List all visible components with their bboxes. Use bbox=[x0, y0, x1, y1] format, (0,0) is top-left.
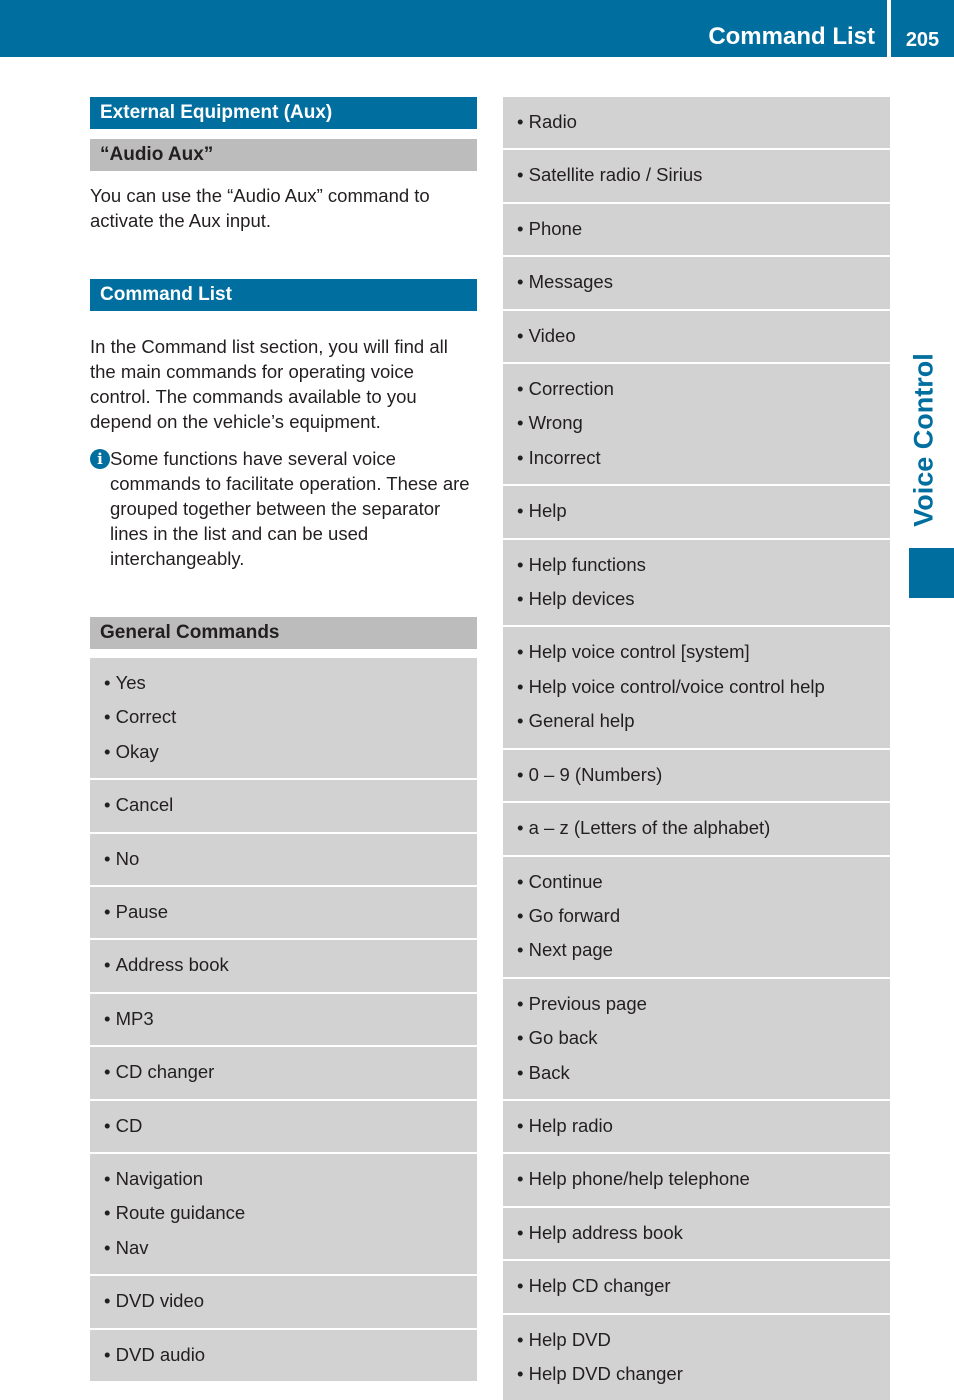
command-item: 0 – 9 (Numbers) bbox=[517, 758, 890, 792]
command-item: Yes bbox=[104, 666, 477, 700]
command-item: Phone bbox=[517, 212, 890, 246]
command-item: Route guidance bbox=[104, 1196, 477, 1230]
command-group: CorrectionWrongIncorrect bbox=[503, 364, 890, 487]
command-group: Radio bbox=[503, 97, 890, 151]
command-item: Help address book bbox=[517, 1216, 890, 1250]
command-item: Cancel bbox=[104, 788, 477, 822]
left-column: External Equipment (Aux) “Audio Aux” You… bbox=[90, 97, 477, 1382]
command-group: ContinueGo forwardNext page bbox=[503, 856, 890, 979]
command-group: Help DVDHelp DVD changer bbox=[503, 1314, 890, 1400]
info-note-text: Some functions have several voice comman… bbox=[110, 448, 470, 569]
audio-aux-heading: “Audio Aux” bbox=[90, 139, 477, 171]
page-number-box: 205 bbox=[891, 0, 954, 57]
command-item: Address book bbox=[104, 948, 477, 982]
page-number: 205 bbox=[905, 29, 940, 51]
command-item: Pause bbox=[104, 895, 477, 929]
command-item: Next page bbox=[517, 933, 890, 967]
header-bar: Command List bbox=[0, 0, 887, 57]
command-item: Correction bbox=[517, 372, 890, 406]
info-note: i Some functions have several voice comm… bbox=[90, 446, 477, 571]
command-item: Help voice control [system] bbox=[517, 635, 890, 669]
command-item: Okay bbox=[104, 735, 477, 769]
command-item: Correct bbox=[104, 700, 477, 734]
command-item: Continue bbox=[517, 865, 890, 899]
command-item: CD changer bbox=[104, 1055, 477, 1089]
right-column: Radio Satellite radio / Sirius Phone Messag… bbox=[503, 97, 890, 1400]
command-item: Help DVD bbox=[517, 1323, 890, 1357]
command-item: Help bbox=[517, 494, 890, 528]
command-group: Video bbox=[503, 310, 890, 365]
command-item: Help devices bbox=[517, 582, 890, 616]
command-group: Phone bbox=[503, 203, 890, 258]
command-group: No bbox=[90, 833, 477, 888]
command-group: a – z (Letters of the alphabet) bbox=[503, 803, 890, 857]
command-item: Help voice control/voice control help bbox=[517, 670, 890, 704]
command-item: Satellite radio / Sirius bbox=[517, 158, 890, 192]
command-group: Previous pageGo backBack bbox=[503, 978, 890, 1101]
command-item: Help DVD changer bbox=[517, 1357, 890, 1391]
commands-list-continued: Radio Satellite radio / Sirius Phone Messag… bbox=[503, 97, 890, 1400]
command-item: Video bbox=[517, 319, 890, 353]
command-item: Go back bbox=[517, 1021, 890, 1055]
command-group: Help bbox=[503, 486, 890, 540]
command-group: YesCorrectOkay bbox=[90, 658, 477, 781]
command-item: Messages bbox=[517, 265, 890, 299]
command-item: Incorrect bbox=[517, 441, 890, 475]
command-item: Previous page bbox=[517, 987, 890, 1021]
command-item: Nav bbox=[104, 1231, 477, 1265]
command-group: Pause bbox=[90, 887, 477, 941]
command-group: Help CD changer bbox=[503, 1261, 890, 1315]
general-commands-heading: General Commands bbox=[90, 617, 477, 649]
command-item: Wrong bbox=[517, 406, 890, 440]
command-item: Help CD changer bbox=[517, 1269, 890, 1303]
command-group: NavigationRoute guidanceNav bbox=[90, 1154, 477, 1277]
command-list-text: In the Command list section, you will fi… bbox=[90, 336, 448, 432]
command-group: Address book bbox=[90, 940, 477, 994]
command-item: Navigation bbox=[104, 1162, 477, 1196]
command-group: Help voice control [system]Help voice co… bbox=[503, 627, 890, 750]
general-commands-list: YesCorrectOkay Cancel No Pause Address book M… bbox=[90, 658, 477, 1382]
command-item: CD bbox=[104, 1109, 477, 1143]
command-item: Help radio bbox=[517, 1109, 890, 1143]
command-group: Cancel bbox=[90, 780, 477, 834]
command-item: General help bbox=[517, 704, 890, 738]
command-group: Help radio bbox=[503, 1100, 890, 1155]
audio-aux-text: You can use the “Audio Aux” command to a… bbox=[90, 185, 430, 231]
command-item: No bbox=[104, 842, 477, 876]
command-group: Messages bbox=[503, 257, 890, 311]
info-icon: i bbox=[90, 449, 110, 469]
command-group: MP3 bbox=[90, 993, 477, 1048]
command-group: Help functionsHelp devices bbox=[503, 539, 890, 628]
command-group: 0 – 9 (Numbers) bbox=[503, 749, 890, 804]
command-item: Radio bbox=[517, 105, 890, 139]
command-group: Help phone/help telephone bbox=[503, 1154, 890, 1208]
command-item: Back bbox=[517, 1056, 890, 1090]
command-item: Go forward bbox=[517, 899, 890, 933]
command-item: Help functions bbox=[517, 548, 890, 582]
command-group: DVD audio bbox=[90, 1329, 477, 1382]
command-list-heading: Command List bbox=[90, 279, 477, 311]
header-title: Command List bbox=[708, 23, 875, 50]
command-item: MP3 bbox=[104, 1002, 477, 1036]
command-group: CD changer bbox=[90, 1047, 477, 1101]
command-group: DVD video bbox=[90, 1276, 477, 1330]
command-item: DVD video bbox=[104, 1284, 477, 1318]
command-item: DVD audio bbox=[104, 1338, 477, 1372]
command-group: Help address book bbox=[503, 1207, 890, 1262]
aux-heading: External Equipment (Aux) bbox=[90, 97, 477, 129]
command-group: CD bbox=[90, 1100, 477, 1155]
section-side-label: Voice Control bbox=[906, 340, 942, 540]
section-thumb-tab bbox=[909, 548, 954, 598]
command-item: a – z (Letters of the alphabet) bbox=[517, 811, 890, 845]
command-item: Help phone/help telephone bbox=[517, 1162, 890, 1196]
section-side-label-text: Voice Control bbox=[908, 353, 939, 527]
command-group: Satellite radio / Sirius bbox=[503, 150, 890, 204]
